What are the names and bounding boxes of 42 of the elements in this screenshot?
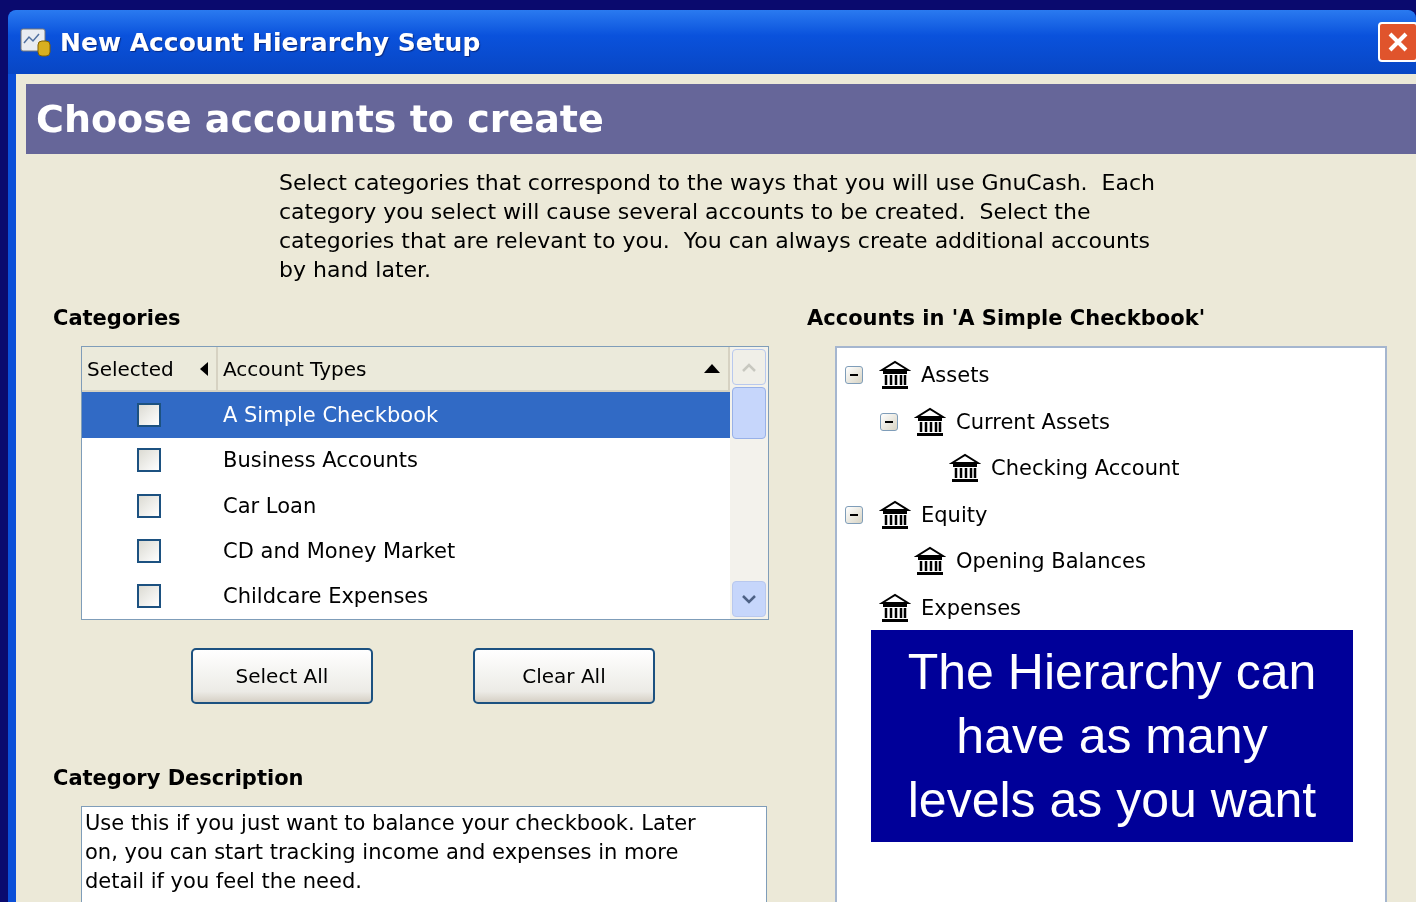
bank-icon: [914, 405, 946, 438]
checkbox[interactable]: [137, 448, 161, 473]
bank-icon: [879, 359, 911, 392]
scrollbar[interactable]: [730, 347, 768, 619]
tree-item[interactable]: Current Assets: [956, 409, 1110, 434]
column-header[interactable]: Selected: [82, 347, 218, 391]
checkbox[interactable]: [137, 493, 161, 518]
description-text: Use this if you just want to balance your checkbook. Later on, you can start tracking income and expenses in more detail if you feel the need.: [81, 806, 767, 902]
action-button[interactable]: Select All: [191, 648, 373, 704]
tree-item[interactable]: Assets: [921, 363, 990, 388]
bank-icon: [949, 452, 981, 485]
section-heading: Category Description: [53, 766, 305, 792]
scroll-thumb[interactable]: [732, 387, 766, 439]
scroll-down-button[interactable]: [732, 581, 766, 617]
collapse-toggle[interactable]: [845, 366, 863, 385]
collapse-toggle[interactable]: [880, 412, 898, 431]
chevron-up-icon: [742, 362, 756, 372]
close-icon: [1386, 30, 1410, 54]
tree-item[interactable]: Equity: [921, 502, 988, 527]
checkbox[interactable]: [137, 584, 161, 609]
page-title: Choose accounts to create: [26, 84, 1416, 154]
arrow-left-icon: [200, 361, 208, 376]
tree-item[interactable]: Expenses: [921, 595, 1022, 620]
chevron-down-icon: [742, 594, 756, 604]
bank-icon: [879, 591, 911, 624]
bank-icon: [879, 498, 911, 531]
section-heading: Accounts in 'A Simple Checkbook': [807, 306, 1207, 332]
window-title: New Account Hierarchy Setup: [60, 27, 482, 57]
collapse-toggle[interactable]: [845, 505, 863, 524]
list-row[interactable]: A Simple Checkbook: [82, 392, 730, 438]
intro-text: Select categories that correspond to the ways that you will use GnuCash. Each category you select will cause several accounts to be created. Select the categories that are relevant to you. You can always create additional accounts by hand later.: [279, 169, 1156, 284]
checkbox[interactable]: [137, 403, 161, 427]
sort-up-icon: [704, 364, 720, 374]
bank-icon: [914, 545, 946, 578]
close-button[interactable]: [1378, 22, 1416, 62]
tree-item[interactable]: Opening Balances: [956, 549, 1146, 574]
section-heading: Categories: [53, 306, 182, 332]
action-button[interactable]: Clear All: [473, 648, 655, 704]
checkbox[interactable]: [137, 539, 161, 563]
tree-item[interactable]: Checking Account: [991, 456, 1180, 481]
callout-text: The Hierarchy can have as many levels as you want: [871, 630, 1353, 842]
ledger-coins-icon: [20, 27, 52, 57]
